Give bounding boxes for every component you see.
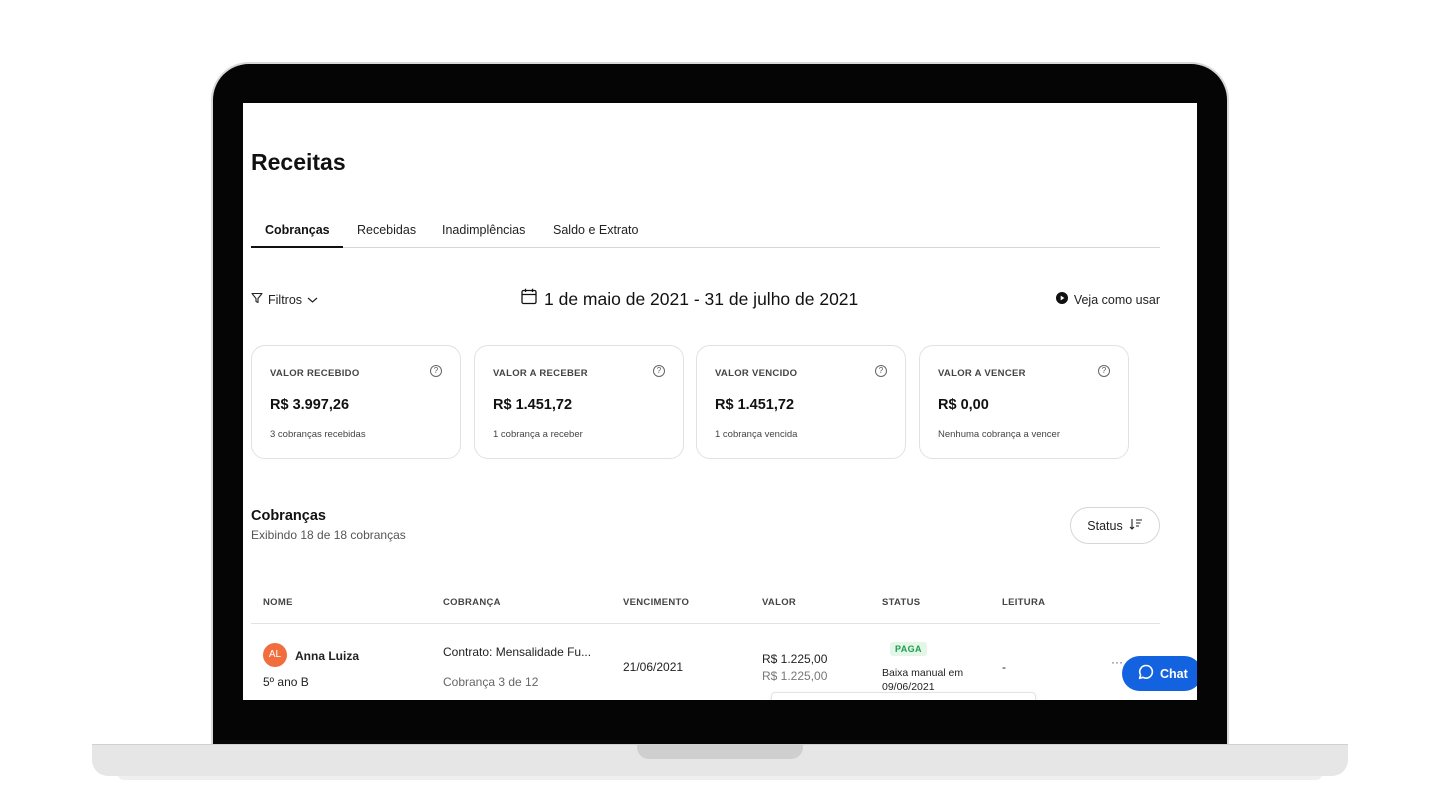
tab-saldo-extrato[interactable]: Saldo e Extrato: [553, 223, 638, 237]
date-range-label: 1 de maio de 2021 - 31 de julho de 2021: [544, 288, 859, 309]
card-label: VALOR A VENCER: [938, 368, 1026, 379]
help-icon[interactable]: ?: [875, 365, 887, 377]
filter-icon: [251, 292, 263, 307]
col-nome: NOME: [263, 597, 293, 608]
tooltip-popover: [771, 692, 1036, 700]
col-valor: VALOR: [762, 597, 797, 608]
student-name: Anna Luiza: [295, 649, 360, 663]
charge-value: R$ 1.225,00: [762, 652, 828, 666]
card-subtext: Nenhuma cobrança a vencer: [938, 429, 1060, 440]
status-sort-label: Status: [1087, 518, 1123, 533]
charge-value-secondary: R$ 1.225,00: [762, 669, 828, 683]
charge-installment: Cobrança 3 de 12: [443, 675, 539, 689]
col-vencimento: VENCIMENTO: [623, 597, 690, 608]
card-value: R$ 0,00: [938, 397, 989, 413]
tab-inadimplencias[interactable]: Inadimplências: [442, 223, 525, 237]
help-icon[interactable]: ?: [1098, 365, 1110, 377]
date-range-picker[interactable]: 1 de maio de 2021 - 31 de julho de 2021: [521, 288, 858, 310]
student-class: 5º ano B: [263, 675, 309, 689]
card-value: R$ 1.451,72: [715, 397, 795, 413]
tab-bar: Cobranças Recebidas Inadimplências Saldo…: [251, 215, 1160, 248]
card-label: VALOR A RECEBER: [493, 368, 588, 379]
card-label: VALOR VENCIDO: [715, 368, 798, 379]
table-row[interactable]: AL Anna Luiza 5º ano B Contrato: Mensali…: [251, 625, 1160, 700]
more-actions-icon[interactable]: ···: [1111, 655, 1123, 669]
chat-bubble-icon: [1138, 664, 1154, 683]
status-sort-button[interactable]: Status: [1070, 507, 1160, 544]
filters-button[interactable]: Filtros: [251, 292, 318, 307]
card-valor-recebido: VALOR RECEBIDO ? R$ 3.997,26 3 cobranças…: [251, 345, 461, 459]
charge-title: Contrato: Mensalidade Fu...: [443, 645, 592, 659]
help-icon[interactable]: ?: [653, 365, 665, 377]
avatar: AL: [263, 643, 287, 667]
col-cobranca: COBRANÇA: [443, 597, 501, 608]
stage: Receitas Cobranças Recebidas Inadimplênc…: [0, 0, 1440, 810]
card-subtext: 3 cobranças recebidas: [270, 429, 366, 440]
calendar-icon: [521, 288, 537, 310]
page-title: Receitas: [251, 149, 346, 175]
status-note-line1: Baixa manual em: [882, 667, 964, 679]
card-label: VALOR RECEBIDO: [270, 368, 360, 379]
filters-label: Filtros: [268, 292, 303, 307]
chat-button[interactable]: Chat: [1122, 656, 1197, 691]
laptop-notch: [637, 744, 803, 759]
col-leitura: LEITURA: [1002, 597, 1046, 608]
reading-status: -: [1002, 660, 1006, 674]
how-to-use-label: Veja como usar: [1073, 292, 1160, 307]
help-icon[interactable]: ?: [430, 365, 442, 377]
app-screen: Receitas Cobranças Recebidas Inadimplênc…: [243, 103, 1197, 700]
active-tab-indicator: [251, 246, 343, 248]
card-valor-a-vencer: VALOR A VENCER ? R$ 0,00 Nenhuma cobranç…: [919, 345, 1129, 459]
table-header: NOME COBRANÇA VENCIMENTO VALOR STATUS LE…: [251, 591, 1160, 624]
charges-section-title: Cobranças: [251, 508, 326, 524]
how-to-use-link[interactable]: Veja como usar: [1055, 292, 1160, 307]
chat-label: Chat: [1160, 666, 1188, 681]
card-subtext: 1 cobrança a receber: [493, 429, 583, 440]
card-value: R$ 3.997,26: [270, 397, 350, 413]
chevron-down-icon: [307, 293, 318, 307]
play-icon: [1055, 292, 1068, 307]
status-badge: PAGA: [890, 642, 927, 656]
sort-icon: [1129, 518, 1143, 533]
card-valor-a-receber: VALOR A RECEBER ? R$ 1.451,72 1 cobrança…: [474, 345, 684, 459]
card-subtext: 1 cobrança vencida: [715, 429, 798, 440]
due-date: 21/06/2021: [623, 660, 684, 674]
card-valor-vencido: VALOR VENCIDO ? R$ 1.451,72 1 cobrança v…: [696, 345, 906, 459]
tab-recebidas[interactable]: Recebidas: [357, 223, 416, 237]
card-value: R$ 1.451,72: [493, 397, 573, 413]
col-status: STATUS: [882, 597, 921, 608]
charges-count: Exibindo 18 de 18 cobranças: [251, 528, 406, 542]
tab-cobrancas[interactable]: Cobranças: [265, 223, 330, 237]
